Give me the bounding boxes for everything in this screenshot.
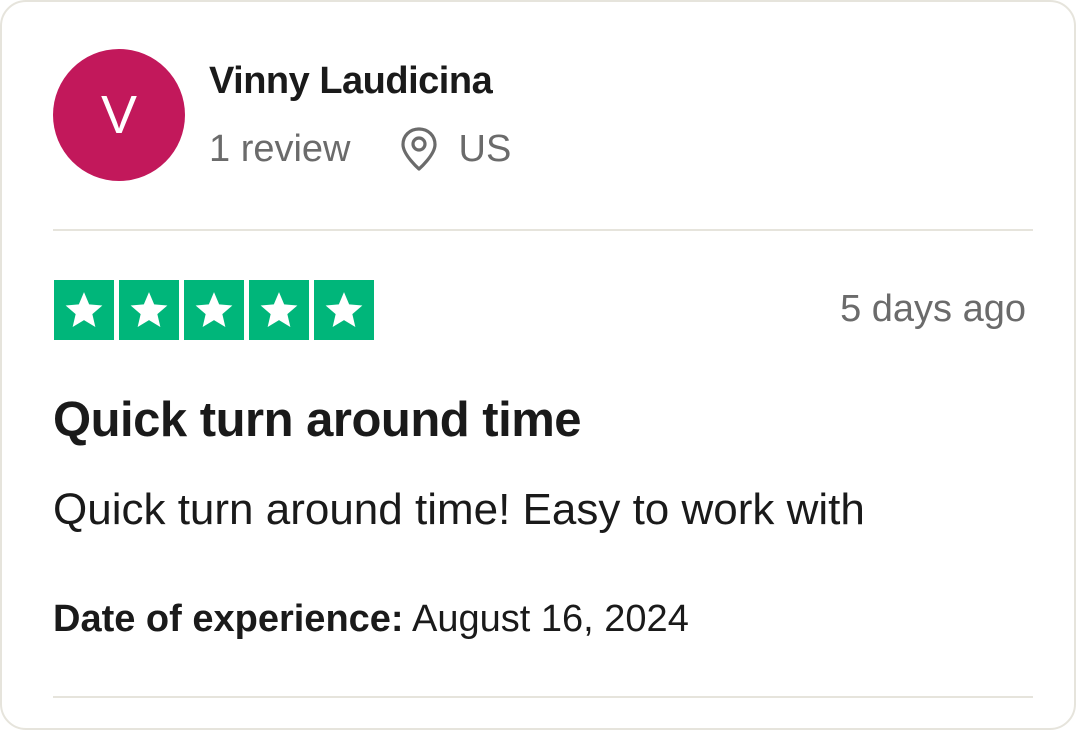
avatar[interactable]: V: [53, 49, 185, 181]
review-title[interactable]: Quick turn around time: [53, 392, 582, 448]
divider: [53, 229, 1033, 231]
star-rating: [54, 280, 374, 340]
reviewer-name[interactable]: Vinny Laudicina: [209, 60, 493, 103]
star-icon: [54, 280, 114, 340]
location-pin-icon: [399, 126, 439, 172]
divider: [53, 696, 1033, 698]
review-body: Quick turn around time! Easy to work wit…: [53, 485, 865, 534]
star-icon: [119, 280, 179, 340]
review-count: 1 review: [209, 127, 351, 170]
reviewer-country: US: [458, 127, 512, 170]
star-icon: [184, 280, 244, 340]
review-card: V Vinny Laudicina 1 review US 5 days ago…: [0, 0, 1076, 730]
star-icon: [314, 280, 374, 340]
date-of-experience: Date of experience: August 16, 2024: [53, 598, 689, 641]
avatar-initial: V: [100, 85, 138, 145]
review-date: 5 days ago: [840, 288, 1026, 330]
star-icon: [249, 280, 309, 340]
experience-label: Date of experience:: [53, 598, 404, 640]
experience-date: August 16, 2024: [412, 598, 689, 640]
reviewer-meta: 1 review US: [209, 124, 511, 174]
